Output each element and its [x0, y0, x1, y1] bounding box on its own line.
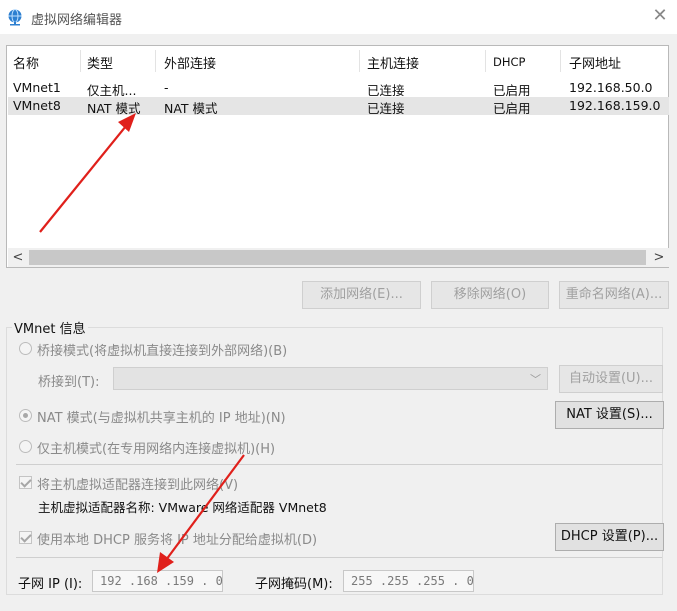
host-only-label[interactable]: 仅主机模式(在专用网络内连接虚拟机)(H): [37, 438, 275, 457]
column-divider[interactable]: [560, 50, 561, 72]
row-subnet: 192.168.159.0: [569, 98, 661, 113]
column-header-name[interactable]: 名称: [13, 53, 39, 72]
title-bar: 虚拟网络编辑器 ✕: [0, 0, 677, 34]
column-header-host[interactable]: 主机连接: [367, 53, 419, 72]
use-dhcp-label[interactable]: 使用本地 DHCP 服务将 IP 地址分配给虚拟机(D): [37, 529, 317, 548]
scrollbar-thumb[interactable]: [29, 250, 646, 265]
nat-settings-button[interactable]: NAT 设置(S)...: [555, 401, 664, 429]
add-network-button[interactable]: 添加网络(E)...: [302, 281, 421, 309]
row-dhcp: 已启用: [493, 101, 531, 116]
vmnet-info-label: VMnet 信息: [12, 318, 88, 337]
scroll-left-icon[interactable]: <: [9, 249, 27, 266]
divider: [16, 557, 662, 558]
close-icon[interactable]: ✕: [650, 6, 670, 26]
connect-adapter-checkbox[interactable]: [19, 476, 32, 489]
column-header-type[interactable]: 类型: [87, 53, 113, 72]
remove-network-button[interactable]: 移除网络(O): [431, 281, 549, 309]
subnet-mask-label: 子网掩码(M):: [255, 577, 333, 592]
network-list[interactable]: 名称 类型 外部连接 主机连接 DHCP 子网地址 VMnet1 仅主机... …: [6, 45, 669, 268]
column-header-external[interactable]: 外部连接: [164, 53, 216, 72]
divider: [16, 464, 662, 465]
use-dhcp-checkbox[interactable]: [19, 531, 32, 544]
table-row-selected[interactable]: VMnet8 NAT 模式 NAT 模式 已连接 已启用 192.168.159…: [8, 97, 669, 116]
column-header-dhcp[interactable]: DHCP: [493, 55, 525, 69]
row-host: 已连接: [367, 101, 405, 116]
column-divider[interactable]: [80, 50, 81, 72]
connect-adapter-label[interactable]: 将主机虚拟适配器连接到此网络(V): [37, 474, 238, 493]
subnet-mask-field[interactable]: 255 .255 .255 . 0: [343, 570, 474, 592]
subnet-ip-field[interactable]: 192 .168 .159 . 0: [92, 570, 223, 592]
table-row[interactable]: VMnet1 仅主机... - 已连接 已启用 192.168.50.0: [8, 79, 669, 98]
row-external: NAT 模式: [164, 101, 218, 116]
network-globe-icon: [8, 9, 22, 26]
bridged-radio[interactable]: [19, 342, 32, 355]
scroll-right-icon[interactable]: >: [650, 249, 668, 266]
row-name: VMnet1: [13, 80, 61, 95]
bridge-to-label: 桥接到(T):: [38, 375, 100, 390]
horizontal-scrollbar[interactable]: < >: [8, 248, 669, 267]
rename-network-button[interactable]: 重命名网络(A)...: [559, 281, 669, 309]
column-divider[interactable]: [359, 50, 360, 72]
row-external: -: [164, 80, 169, 95]
nat-radio[interactable]: [19, 409, 32, 422]
nat-label[interactable]: NAT 模式(与虚拟机共享主机的 IP 地址)(N): [37, 407, 286, 426]
row-type: NAT 模式: [87, 101, 141, 116]
column-divider[interactable]: [155, 50, 156, 72]
window-title: 虚拟网络编辑器: [31, 13, 123, 28]
auto-settings-button[interactable]: 自动设置(U)...: [559, 365, 663, 393]
row-name: VMnet8: [13, 98, 61, 113]
column-divider[interactable]: [485, 50, 486, 72]
host-only-radio[interactable]: [19, 440, 32, 453]
bridged-label[interactable]: 桥接模式(将虚拟机直接连接到外部网络)(B): [37, 340, 287, 359]
subnet-ip-label: 子网 IP (I):: [18, 577, 83, 592]
adapter-name-text: 主机虚拟适配器名称: VMware 网络适配器 VMnet8: [38, 500, 327, 515]
dhcp-settings-button[interactable]: DHCP 设置(P)...: [555, 523, 664, 551]
row-subnet: 192.168.50.0: [569, 80, 653, 95]
chevron-down-icon[interactable]: ﹀: [530, 371, 541, 387]
bridge-to-select[interactable]: ﹀: [113, 367, 548, 390]
column-header-subnet[interactable]: 子网地址: [569, 53, 621, 72]
